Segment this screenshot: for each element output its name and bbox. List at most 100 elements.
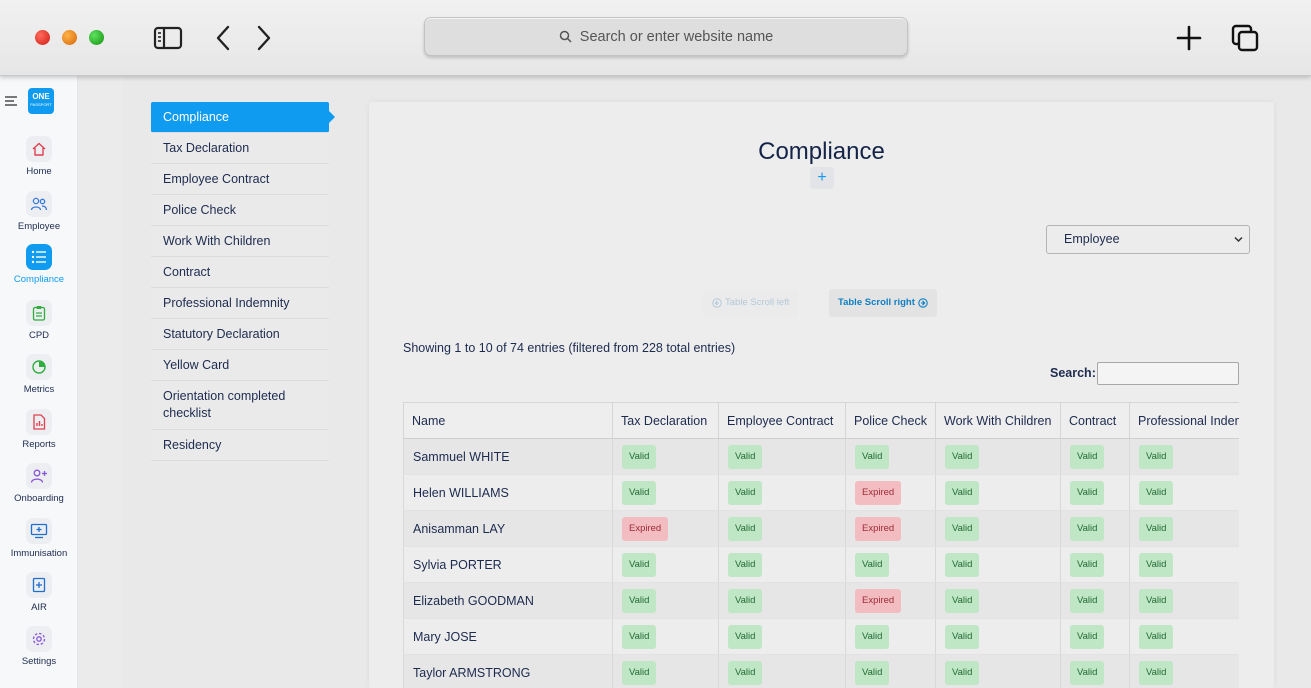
status-badge[interactable]: Valid [728,516,763,541]
nav-item-compliance[interactable]: Compliance [0,244,78,285]
status-cell: Valid [1129,582,1239,619]
close-window-button[interactable] [35,30,50,45]
employee-name-cell[interactable]: Elizabeth GOODMAN [403,582,613,619]
category-work-with-children[interactable]: Work With Children [151,226,329,257]
status-badge[interactable]: Valid [945,552,980,577]
status-badge[interactable]: Valid [728,552,763,577]
status-badge[interactable]: Valid [1070,588,1105,613]
employee-name-cell[interactable]: Anisamman LAY [403,510,613,547]
category-contract[interactable]: Contract [151,257,329,288]
minimize-window-button[interactable] [62,30,77,45]
status-badge[interactable]: Valid [1070,516,1105,541]
nav-item-immunisation[interactable]: Immunisation [0,518,78,559]
status-badge[interactable]: Expired [855,480,902,505]
status-badge[interactable]: Valid [1070,660,1105,685]
status-badge[interactable]: Valid [728,444,763,469]
status-badge[interactable]: Valid [855,444,890,469]
column-header-employee-contract[interactable]: Employee Contract [718,402,846,439]
column-header-professional-indemnity[interactable]: Professional Indemnity [1129,402,1239,439]
status-badge[interactable]: Valid [728,480,763,505]
sidebar-toggle-icon[interactable] [152,22,184,54]
filter-select[interactable]: Employee [1046,225,1250,254]
category-employee-contract[interactable]: Employee Contract [151,164,329,195]
status-badge[interactable]: Valid [945,480,980,505]
status-badge[interactable]: Valid [1070,480,1105,505]
nav-item-reports[interactable]: Reports [0,409,78,450]
status-badge[interactable]: Valid [622,444,657,469]
status-badge[interactable]: Valid [945,444,980,469]
status-badge[interactable]: Valid [1139,444,1174,469]
nav-item-cpd[interactable]: CPD [0,300,78,341]
status-badge[interactable]: Valid [1070,552,1105,577]
employee-name-cell[interactable]: Sammuel WHITE [403,438,613,475]
nav-item-metrics[interactable]: Metrics [0,354,78,395]
status-badge[interactable]: Expired [622,516,669,541]
status-badge[interactable]: Valid [1139,624,1174,649]
filter-select-value: Employee [1064,232,1120,246]
status-badge[interactable]: Valid [728,588,763,613]
status-badge[interactable]: Valid [622,552,657,577]
category-tax-declaration[interactable]: Tax Declaration [151,133,329,164]
status-badge[interactable]: Valid [1139,660,1174,685]
address-bar[interactable]: Search or enter website name [424,17,908,56]
table-search-input[interactable] [1097,362,1239,385]
status-badge[interactable]: Expired [855,516,902,541]
category-residency[interactable]: Residency [151,430,329,461]
status-badge[interactable]: Valid [945,660,980,685]
menu-icon[interactable] [5,93,17,111]
forward-arrow-icon[interactable] [248,22,280,54]
column-header-work-with-children[interactable]: Work With Children [935,402,1061,439]
status-badge[interactable]: Valid [1139,516,1174,541]
status-badge[interactable]: Valid [622,480,657,505]
status-badge[interactable]: Expired [855,588,902,613]
compliance-table-wrapper[interactable]: Name Tax Declaration Employee Contract P… [403,402,1239,688]
status-cell: Valid [935,510,1061,547]
category-professional-indemnity[interactable]: Professional Indemnity [151,288,329,319]
status-badge[interactable]: Valid [728,660,763,685]
status-badge[interactable]: Valid [855,552,890,577]
status-badge[interactable]: Valid [945,624,980,649]
employee-name-cell[interactable]: Taylor ARMSTRONG [403,654,613,688]
status-badge[interactable]: Valid [622,660,657,685]
column-header-police-check[interactable]: Police Check [845,402,936,439]
status-badge[interactable]: Valid [622,624,657,649]
status-badge[interactable]: Valid [855,624,890,649]
tabs-overview-icon[interactable] [1229,22,1261,54]
maximize-window-button[interactable] [89,30,104,45]
nav-item-home[interactable]: Home [0,136,78,177]
employee-name-cell[interactable]: Sylvia PORTER [403,546,613,583]
category-yellow-card[interactable]: Yellow Card [151,350,329,381]
status-badge[interactable]: Valid [1070,444,1105,469]
employee-name-cell[interactable]: Mary JOSE [403,618,613,655]
category-compliance[interactable]: Compliance [151,102,335,133]
pie-chart-icon [26,354,52,380]
status-badge[interactable]: Valid [945,516,980,541]
column-header-tax-declaration[interactable]: Tax Declaration [612,402,719,439]
status-badge[interactable]: Valid [1139,480,1174,505]
status-badge[interactable]: Valid [1070,624,1105,649]
status-badge[interactable]: Valid [1139,588,1174,613]
status-cell: Expired [845,582,936,619]
status-cell: Expired [612,510,719,547]
status-badge[interactable]: Valid [1139,552,1174,577]
nav-item-settings[interactable]: Settings [0,626,78,667]
category-statutory-declaration[interactable]: Statutory Declaration [151,319,329,350]
add-button[interactable]: + [810,167,834,189]
category-police-check[interactable]: Police Check [151,195,329,226]
new-tab-plus-icon[interactable] [1173,22,1205,54]
back-arrow-icon[interactable] [207,22,239,54]
column-header-contract[interactable]: Contract [1060,402,1130,439]
nav-item-onboarding[interactable]: Onboarding [0,463,78,504]
status-badge[interactable]: Valid [945,588,980,613]
column-header-name[interactable]: Name [403,402,613,439]
nav-item-employee[interactable]: Employee [0,191,78,232]
employee-name-cell[interactable]: Helen WILLIAMS [403,474,613,511]
nav-item-air[interactable]: AIR [0,572,78,613]
status-badge[interactable]: Valid [728,624,763,649]
category-orientation-checklist[interactable]: Orientation completed checklist [151,381,329,430]
table-scroll-left-button[interactable]: Table Scroll left [703,289,799,317]
table-scroll-right-button[interactable]: Table Scroll right [829,289,937,317]
status-badge[interactable]: Valid [622,588,657,613]
status-badge[interactable]: Valid [855,660,890,685]
status-cell: Valid [612,582,719,619]
